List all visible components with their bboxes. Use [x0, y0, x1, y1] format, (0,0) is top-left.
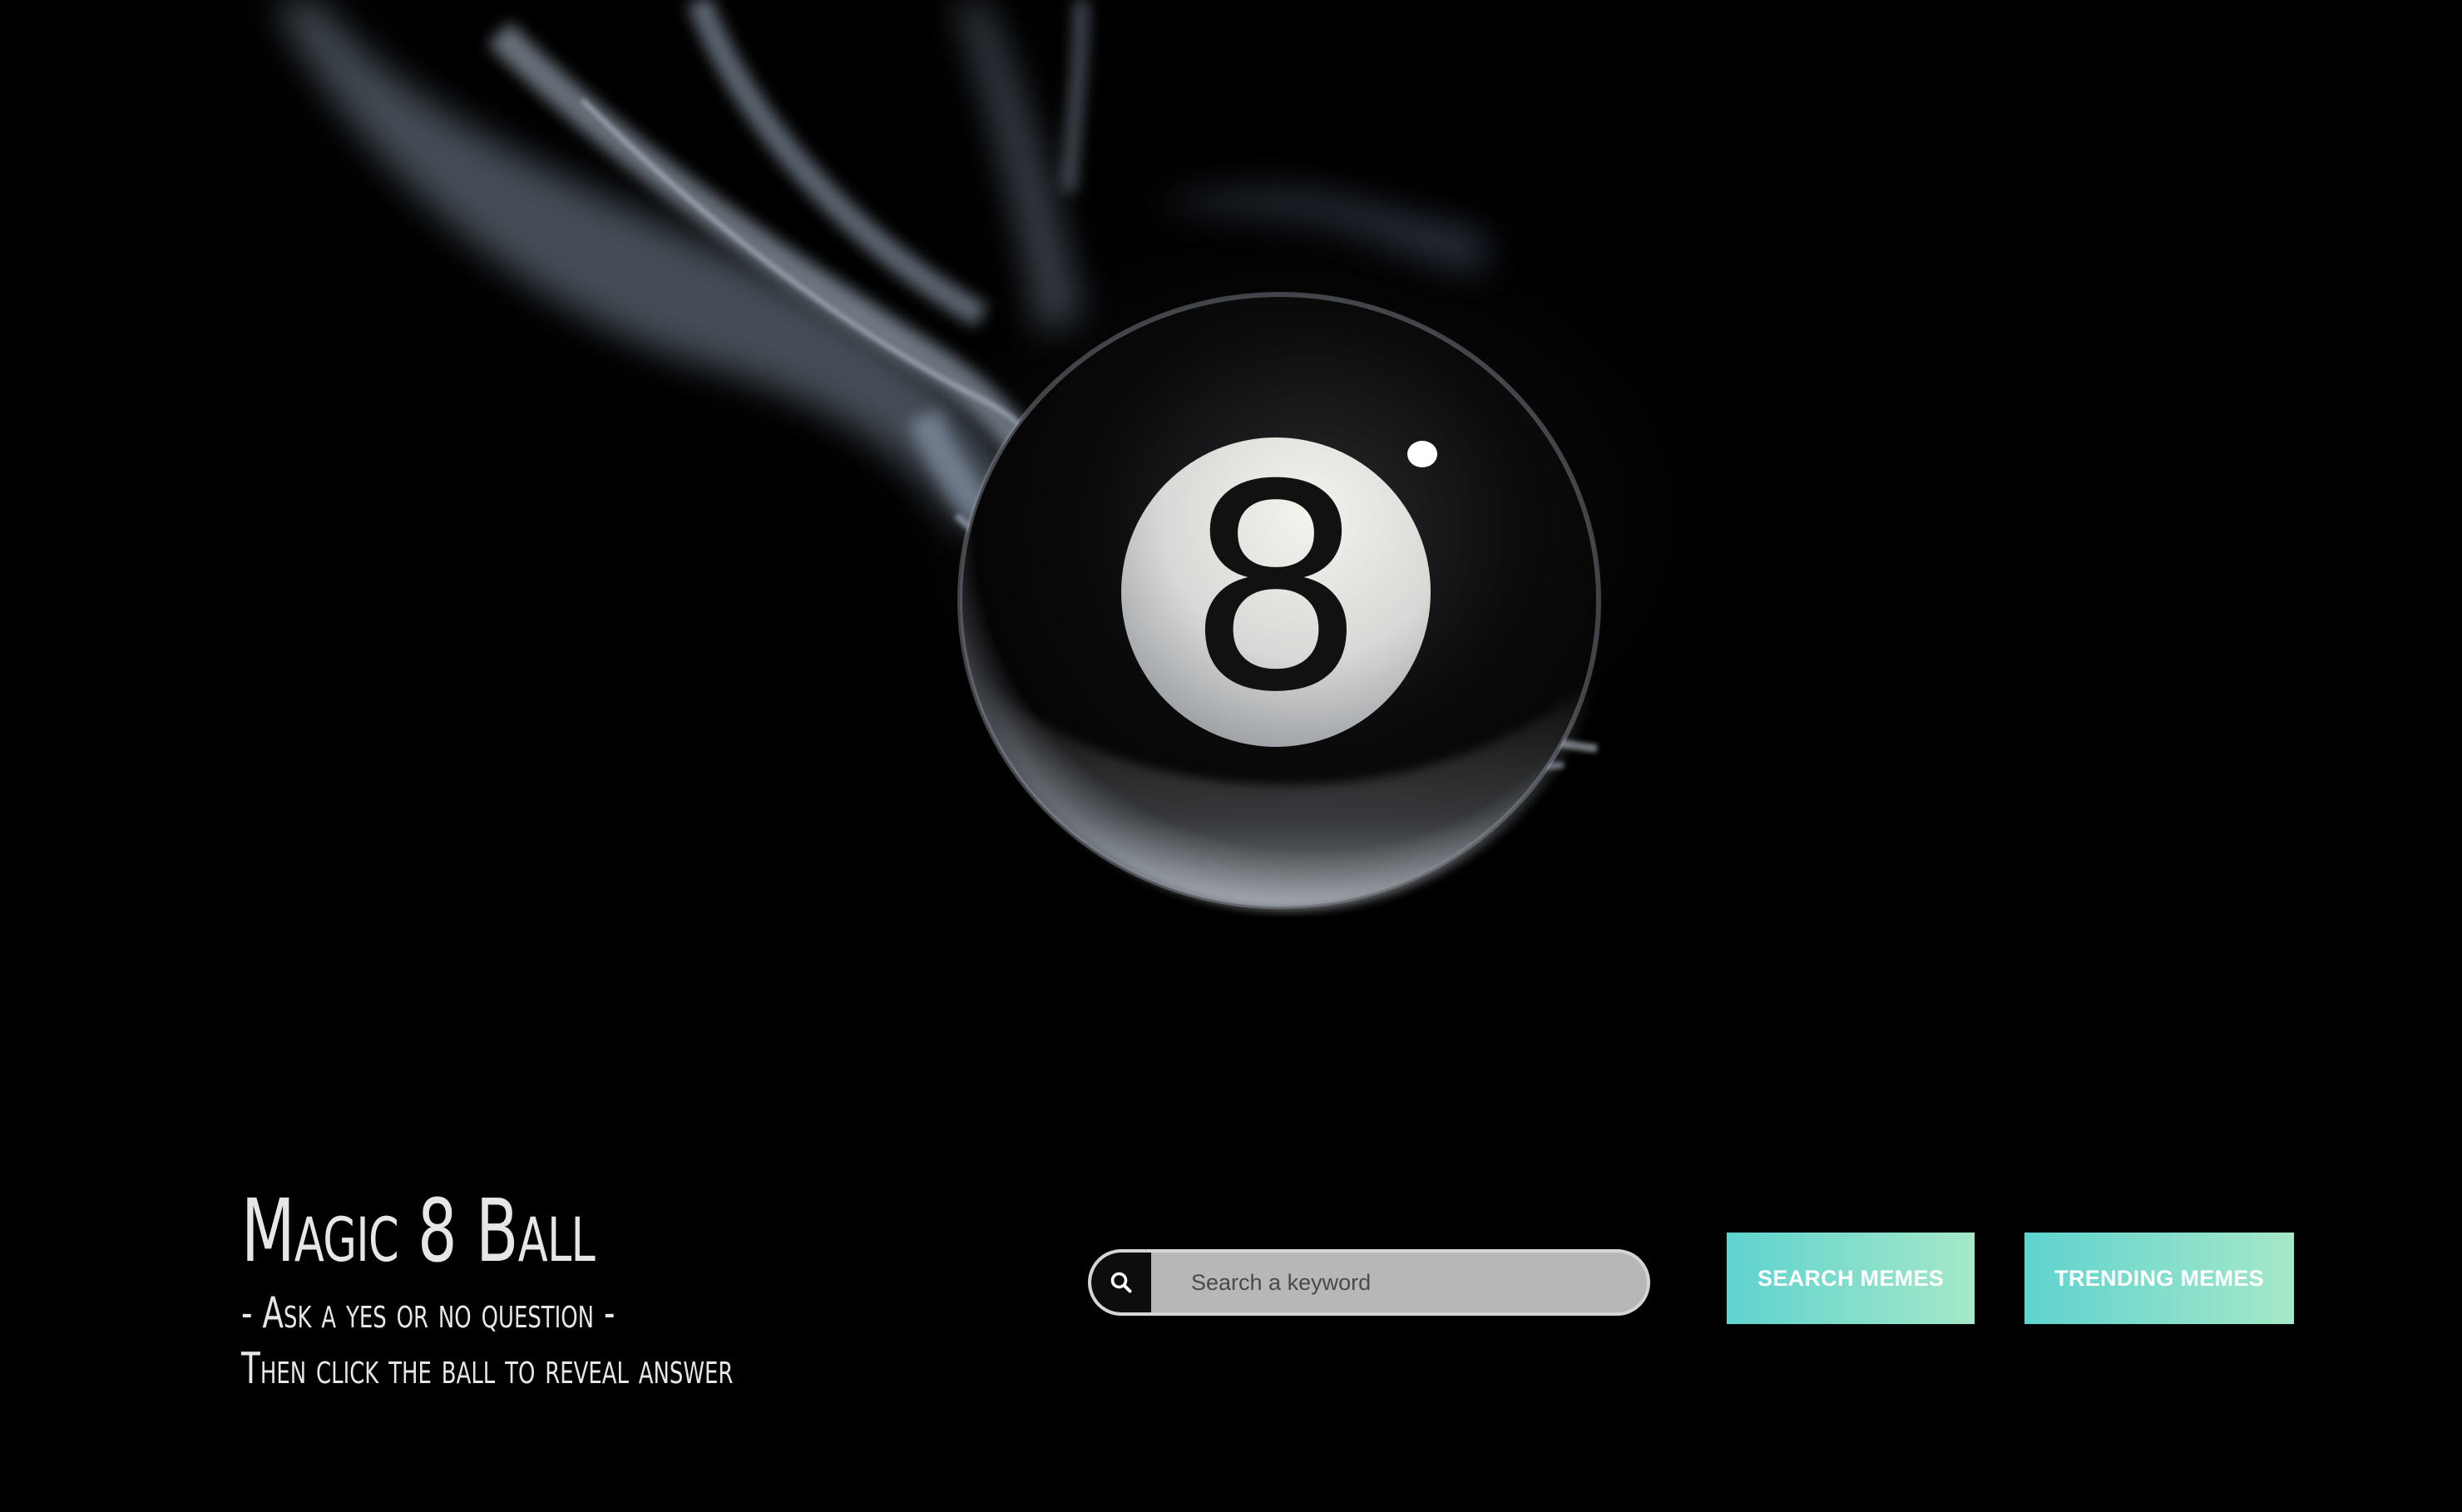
instruction-line-2: Then click the ball to reveal answer — [241, 1343, 734, 1394]
search-memes-button[interactable]: SEARCH MEMES — [1727, 1233, 1975, 1324]
search-submit[interactable] — [1091, 1253, 1151, 1312]
title-block: Magic 8 Ball - Ask a yes or no question … — [241, 1188, 990, 1396]
search-icon — [1110, 1272, 1132, 1293]
instruction-line-1: - Ask a yes or no question - — [241, 1288, 616, 1338]
trending-memes-button[interactable]: TRENDING MEMES — [2024, 1233, 2294, 1324]
ball-number: 8 — [1186, 425, 1366, 754]
page-background: 8 Magic 8 Ball - Ask a yes or no questio… — [0, 0, 2462, 1512]
magic-8-ball[interactable]: 8 — [930, 286, 1612, 917]
page-title: Magic 8 Ball — [241, 1180, 596, 1282]
search-input[interactable] — [1151, 1253, 1647, 1312]
search-bar — [1088, 1249, 1650, 1316]
